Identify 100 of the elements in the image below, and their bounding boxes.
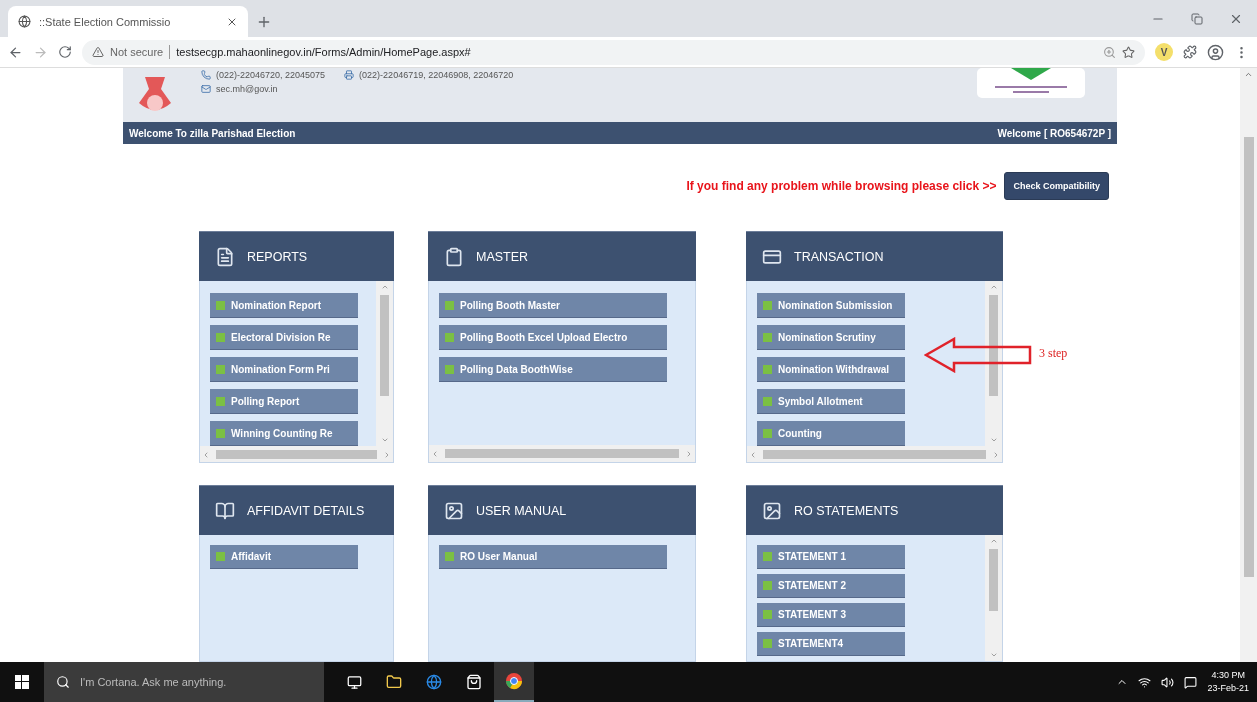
puzzle-icon[interactable]	[1183, 45, 1197, 59]
round-logo-button[interactable]	[494, 662, 534, 702]
horizontal-scrollbar[interactable]	[429, 445, 695, 462]
check-compatibility-button[interactable]: Check Compatibility	[1004, 172, 1109, 200]
scroll-up-icon[interactable]	[989, 283, 998, 291]
reload-icon[interactable]	[58, 45, 72, 59]
scroll-left-icon[interactable]	[749, 450, 757, 459]
bullet-icon	[763, 639, 772, 648]
menu-link[interactable]: Nomination Scrutiny	[757, 325, 905, 350]
panel-title: AFFIDAVIT DETAILS	[247, 503, 365, 518]
clock[interactable]: 4:30 PM 23-Feb-21	[1207, 669, 1249, 695]
bullet-icon	[763, 581, 772, 590]
bullet-icon	[445, 332, 454, 342]
extension-badge[interactable]: V	[1155, 43, 1173, 61]
menu-link[interactable]: STATEMENT 3	[757, 603, 905, 627]
scroll-down-icon[interactable]	[989, 436, 998, 444]
scroll-right-icon[interactable]	[685, 449, 693, 458]
menu-link[interactable]: Nomination Report	[210, 293, 358, 318]
scroll-up-icon[interactable]	[989, 537, 998, 545]
search-icon	[56, 675, 70, 689]
search-field[interactable]: I'm Cortana. Ask me anything.	[44, 662, 324, 702]
vertical-scrollbar[interactable]	[985, 281, 1002, 446]
vertical-scrollbar[interactable]	[376, 281, 393, 446]
horizontal-scrollbar[interactable]	[200, 446, 393, 462]
panel-title: RO STATEMENTS	[794, 503, 899, 518]
bullet-icon	[216, 396, 225, 406]
bullet-icon	[763, 552, 772, 561]
scroll-right-icon[interactable]	[992, 450, 1000, 459]
menu-link[interactable]: STATEMENT 2	[757, 574, 905, 598]
bullet-icon	[216, 364, 225, 374]
menu-link[interactable]: Polling Data BoothWise	[439, 357, 667, 382]
notification-icon[interactable]	[1184, 675, 1198, 689]
panel-icon	[444, 246, 464, 267]
menu-link[interactable]: Nomination Withdrawal	[757, 357, 905, 382]
restore-icon[interactable]	[1191, 12, 1203, 25]
scroll-right-icon[interactable]	[383, 450, 391, 459]
forward-arrow-icon[interactable]	[33, 44, 48, 60]
panel-icon	[215, 500, 235, 521]
browser-tab[interactable]: ::State Election Commissio	[8, 6, 248, 37]
bullet-icon	[216, 428, 225, 438]
bullet-icon	[763, 428, 772, 438]
horizontal-scrollbar[interactable]	[747, 446, 1002, 462]
bookmark-star-icon[interactable]	[1122, 45, 1135, 59]
panel-icon	[444, 500, 464, 521]
bullet-icon	[216, 300, 225, 310]
shopping-bag-icon	[466, 674, 482, 690]
globe-icon	[426, 674, 442, 690]
bullet-icon	[763, 300, 772, 310]
panel-icon	[215, 246, 235, 267]
annotation-text: 3 step	[1039, 346, 1068, 361]
menu-link[interactable]: Polling Report	[210, 389, 358, 414]
bullet-icon	[763, 332, 772, 342]
phone-numbers: (022)-22046720, 22045075	[216, 70, 326, 80]
folder-icon	[386, 674, 402, 690]
bullet-icon	[216, 332, 225, 342]
page-scrollbar[interactable]	[1240, 68, 1257, 662]
user-welcome: Welcome [ RO654672P ]	[997, 127, 1111, 139]
menu-link[interactable]: Nomination Form Pri	[210, 357, 358, 382]
address-bar[interactable]: Not secure testsecgp.mahaonlinegov.in/Forms/Admin/HomePage.aspx#	[82, 39, 1145, 65]
menu-link[interactable]: Symbol Allotment	[757, 389, 905, 414]
menu-link[interactable]: STATEMENT4	[757, 632, 905, 656]
bullet-icon	[445, 552, 454, 561]
panel-icon	[762, 500, 782, 521]
bullet-icon	[445, 364, 454, 374]
bullet-icon	[763, 364, 772, 374]
round-logo-icon	[505, 672, 523, 690]
menu-link[interactable]: STATEMENT 1	[757, 545, 905, 569]
email-address: sec.mh@gov.in	[216, 84, 278, 94]
menu-link[interactable]: RO User Manual	[439, 545, 667, 569]
menu-link[interactable]: Affidavit	[210, 545, 358, 569]
windows-logo-icon	[15, 675, 29, 689]
new-tab-icon[interactable]	[256, 14, 272, 30]
printer-icon	[344, 70, 355, 80]
zoom-icon[interactable]	[1103, 45, 1116, 59]
menu-link[interactable]: Electoral Division Re	[210, 325, 358, 350]
scroll-down-icon[interactable]	[380, 436, 389, 444]
menu-link[interactable]: Nomination Submission	[757, 293, 905, 318]
volume-icon[interactable]	[1161, 675, 1175, 689]
scroll-down-icon[interactable]	[989, 651, 998, 659]
scroll-up-icon[interactable]	[1244, 70, 1253, 79]
scroll-left-icon[interactable]	[202, 450, 210, 459]
fax-numbers: (022)-22046719, 22046908, 22046720	[359, 70, 514, 80]
bullet-icon	[763, 610, 772, 619]
network-icon[interactable]	[1138, 675, 1152, 689]
mail-icon	[201, 84, 211, 94]
warning-icon	[92, 46, 104, 58]
url-text: testsecgp.mahaonlinegov.in/Forms/Admin/HomePage.aspx#	[176, 46, 472, 58]
panel-title: REPORTS	[247, 249, 308, 264]
bullet-icon	[445, 300, 454, 310]
menu-link[interactable]: Counting	[757, 421, 905, 446]
vertical-scrollbar[interactable]	[985, 535, 1002, 661]
menu-link[interactable]: Polling Booth Excel Upload Electro	[439, 325, 667, 350]
profile-icon[interactable]	[1207, 43, 1224, 61]
welcome-title: Welcome To zilla Parishad Election	[129, 127, 296, 139]
scroll-left-icon[interactable]	[431, 449, 439, 458]
scroll-up-icon[interactable]	[380, 283, 389, 291]
menu-link[interactable]: Winning Counting Re	[210, 421, 358, 446]
panel-title: TRANSACTION	[794, 249, 884, 264]
phone-icon	[201, 70, 211, 80]
menu-link[interactable]: Polling Booth Master	[439, 293, 667, 318]
